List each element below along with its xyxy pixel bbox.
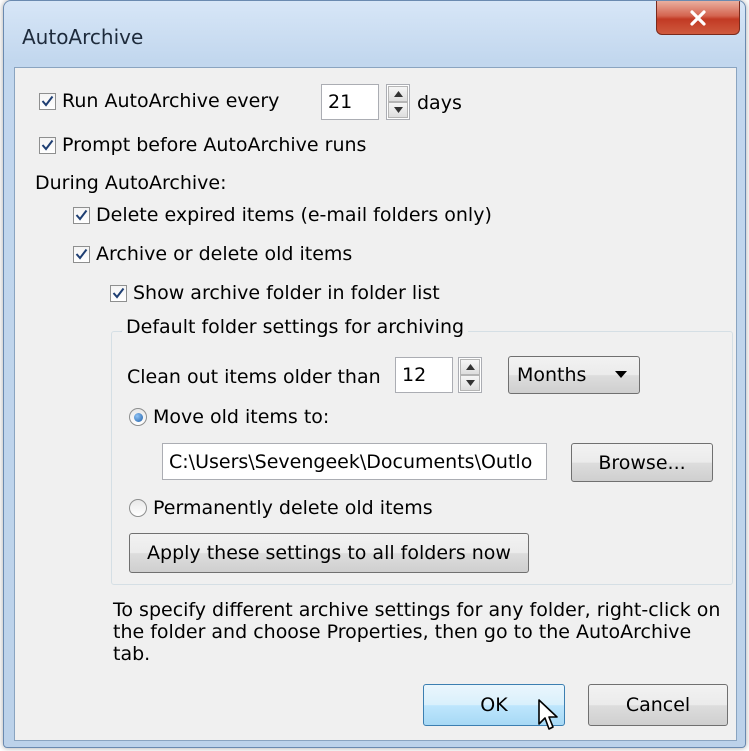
checkmark-icon: [75, 248, 88, 260]
archive-old-checkbox[interactable]: [73, 245, 90, 263]
show-archive-folder-checkbox[interactable]: [110, 284, 127, 302]
permanently-delete-label: Permanently delete old items: [153, 497, 433, 519]
chevron-up-icon: [393, 91, 403, 97]
close-icon: [690, 9, 706, 26]
autoarchive-dialog: AutoArchive Run AutoArchive every 21 day…: [3, 0, 746, 748]
permanently-delete-radio[interactable]: [129, 499, 147, 517]
browse-button[interactable]: Browse...: [571, 443, 713, 482]
delete-expired-checkbox-row[interactable]: Delete expired items (e-mail folders onl…: [73, 204, 492, 226]
clean-out-spinner[interactable]: [458, 357, 482, 393]
prompt-before-checkbox[interactable]: [39, 136, 56, 154]
cancel-button[interactable]: Cancel: [588, 684, 728, 726]
checkmark-icon: [112, 287, 125, 299]
spin-down-button[interactable]: [460, 375, 480, 391]
permanently-delete-radio-row[interactable]: Permanently delete old items: [129, 497, 433, 519]
move-old-radio[interactable]: [129, 408, 147, 426]
archive-path-input[interactable]: C:\Users\Sevengeek\Documents\Outlo: [162, 443, 547, 480]
archive-old-checkbox-row[interactable]: Archive or delete old items: [73, 243, 352, 265]
mouse-cursor-icon: [538, 699, 558, 730]
period-value: Months: [517, 364, 587, 386]
delete-expired-label: Delete expired items (e-mail folders onl…: [96, 204, 492, 226]
during-autoarchive-label: During AutoArchive:: [35, 172, 227, 194]
spin-up-button[interactable]: [388, 86, 408, 102]
apply-all-folders-button[interactable]: Apply these settings to all folders now: [129, 533, 529, 573]
run-autoarchive-label: Run AutoArchive every: [62, 90, 280, 112]
dropdown-arrow-icon: [615, 371, 627, 378]
dialog-body: Run AutoArchive every 21 days Prompt bef…: [14, 67, 737, 741]
prompt-before-label: Prompt before AutoArchive runs: [62, 134, 367, 156]
chevron-up-icon: [465, 364, 475, 370]
spin-up-button[interactable]: [460, 359, 480, 375]
run-autoarchive-checkbox[interactable]: [39, 92, 56, 110]
checkmark-icon: [41, 139, 54, 151]
clean-out-label: Clean out items older than: [127, 366, 381, 388]
chevron-down-icon: [465, 380, 475, 386]
spin-down-button[interactable]: [388, 102, 408, 118]
radio-selected-dot: [133, 412, 143, 422]
chevron-down-icon: [393, 107, 403, 113]
prompt-before-checkbox-row[interactable]: Prompt before AutoArchive runs: [39, 134, 366, 156]
period-dropdown[interactable]: Months: [508, 356, 640, 394]
checkmark-icon: [41, 95, 54, 107]
archive-old-label: Archive or delete old items: [96, 243, 353, 265]
checkmark-icon: [75, 209, 88, 221]
move-old-radio-row[interactable]: Move old items to:: [129, 406, 329, 428]
help-note: To specify different archive settings fo…: [113, 599, 721, 665]
days-unit-label: days: [417, 92, 462, 114]
show-archive-folder-checkbox-row[interactable]: Show archive folder in folder list: [110, 282, 440, 304]
clean-out-input[interactable]: 12: [395, 357, 453, 393]
close-button[interactable]: [656, 1, 740, 35]
show-archive-folder-label: Show archive folder in folder list: [133, 282, 440, 304]
run-autoarchive-checkbox-row[interactable]: Run AutoArchive every: [39, 90, 279, 112]
window-title: AutoArchive: [22, 25, 144, 49]
group-legend: Default folder settings for archiving: [122, 316, 469, 338]
delete-expired-checkbox[interactable]: [73, 206, 90, 224]
move-old-label: Move old items to:: [153, 406, 330, 428]
days-spinner[interactable]: [386, 84, 410, 120]
days-input[interactable]: 21: [321, 84, 379, 120]
